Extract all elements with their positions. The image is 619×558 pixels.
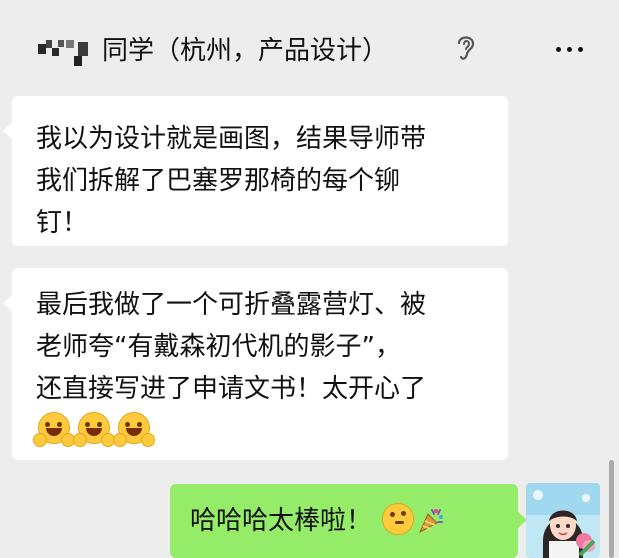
incoming-message-bubble[interactable]: 最后我做了一个可折叠露营灯、被 老师夸“有戴森初代机的影子”， 还直接写进了申请…	[3, 268, 508, 460]
hugging-face-icon	[33, 412, 75, 447]
chat-title: 同学（杭州，产品设计）	[102, 36, 389, 66]
ear-icon[interactable]	[455, 32, 477, 62]
chat-header: 同学（杭州，产品设计）	[0, 0, 619, 92]
more-options-icon[interactable]	[548, 45, 588, 55]
my-avatar[interactable]	[526, 483, 600, 558]
hugging-face-icon	[73, 412, 115, 447]
party-popper-icon	[418, 509, 444, 534]
thinking-face-icon	[382, 503, 415, 535]
incoming-message-bubble[interactable]: 我以为设计就是画图，结果导师带 我们拆解了巴塞罗那椅的每个铆 钉！	[3, 96, 508, 246]
scrollbar-thumb[interactable]	[609, 460, 614, 558]
message-text: 哈哈哈太棒啦！	[190, 506, 373, 536]
message-text-line: 我们拆解了巴塞罗那椅的每个铆	[36, 166, 401, 196]
message-text-line: 还直接写进了申请文书！太开心了	[36, 374, 427, 404]
outgoing-message-bubble[interactable]: 哈哈哈太棒啦！	[170, 484, 527, 558]
message-text-line: 最后我做了一个可折叠露营灯、被	[36, 290, 427, 320]
message-text-line: 钉！	[36, 208, 89, 238]
hugging-face-icon	[113, 412, 155, 447]
message-text-line: 我以为设计就是画图，结果导师带	[36, 124, 427, 154]
emoji-line	[33, 410, 508, 452]
message-text-line: 老师夸“有戴森初代机的影子”，	[36, 332, 401, 362]
pixelated-avatar-icon[interactable]	[38, 36, 96, 68]
